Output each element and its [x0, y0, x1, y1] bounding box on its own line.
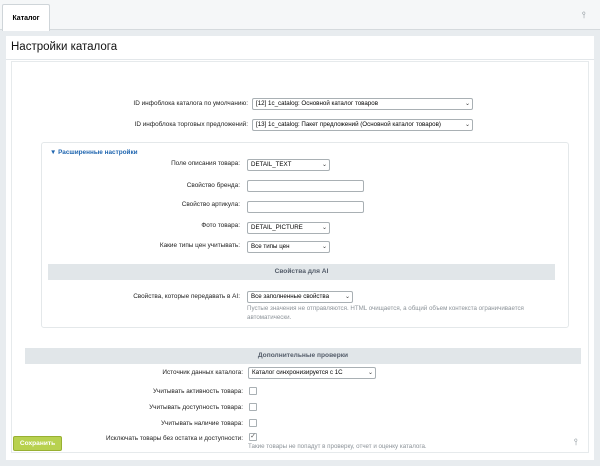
pin-icon[interactable]: ⫯	[582, 10, 586, 21]
iblock-select-value: [12] 1c_catalog: Основной каталог товаро…	[256, 100, 378, 107]
availability-checkbox[interactable]	[249, 403, 257, 411]
iblock-label: ID инфоблока каталога по умолчанию:	[133, 100, 248, 107]
brand-label: Свойство бренда:	[186, 182, 240, 189]
tab-bar: Каталог ⫯	[0, 0, 600, 31]
checks-section-header: Дополнительные проверки	[25, 348, 581, 364]
iblock-select[interactable]: [12] 1c_catalog: Основной каталог товаро…	[252, 98, 473, 110]
page-title: Настройки каталога	[11, 41, 118, 53]
chevron-down-icon: ⌄	[321, 244, 327, 250]
chevron-down-icon: ⌄	[344, 294, 350, 300]
photo-label: Фото товара:	[201, 222, 240, 229]
divider	[6, 59, 594, 60]
ai-props-select-value: Все заполненные свойства	[251, 293, 330, 300]
advanced-settings-toggle[interactable]: ▼ Расширенные настройки	[50, 149, 138, 156]
exclude-checkbox[interactable]: ✓	[249, 433, 257, 441]
offers-select[interactable]: [13] 1c_catalog: Пакет предложений (Осно…	[252, 119, 473, 131]
chevron-down-icon: ⌄	[464, 101, 470, 107]
tab-catalog[interactable]: Каталог	[2, 4, 50, 31]
source-label: Источник данных каталога:	[162, 369, 243, 376]
price-types-select[interactable]: Все типы цен ⌄	[247, 241, 330, 253]
activity-label: Учитывать активность товара:	[152, 388, 243, 395]
triangle-down-icon: ▼	[50, 149, 57, 156]
availability-label: Учитывать доступность товара:	[149, 404, 243, 411]
chevron-down-icon: ⌄	[464, 122, 470, 128]
presence-checkbox[interactable]	[249, 419, 257, 427]
description-label: Поле описания товара:	[171, 160, 240, 167]
settings-form: ID инфоблока каталога по умолчанию: [12]…	[11, 61, 589, 453]
ai-props-hint: Пустые значения не отправляются. HTML оч…	[247, 305, 524, 321]
description-select-value: DETAIL_TEXT	[251, 161, 292, 168]
chevron-down-icon: ⌄	[321, 225, 327, 231]
advanced-settings-panel: ▼ Расширенные настройки Поле описания то…	[41, 142, 569, 328]
activity-checkbox[interactable]	[249, 387, 257, 395]
ai-section-header: Свойства для AI	[48, 264, 555, 280]
price-types-label: Какие типы цен учитывать:	[159, 242, 240, 249]
chevron-down-icon: ⌄	[321, 162, 327, 168]
description-select[interactable]: DETAIL_TEXT ⌄	[247, 159, 330, 171]
brand-input[interactable]	[247, 180, 364, 192]
exclude-label: Исключать товары без остатка и доступнос…	[106, 435, 243, 442]
pin-icon[interactable]: ⫯	[574, 437, 578, 448]
ai-props-label: Свойства, которые передавать в AI:	[133, 293, 240, 300]
offers-label: ID инфоблока торговых предложений:	[134, 121, 248, 128]
exclude-hint: Такие товары не попадут в проверку, отче…	[248, 443, 427, 450]
price-types-select-value: Все типы цен	[251, 243, 290, 250]
source-select-value: Каталог синхронизируется с 1С	[252, 369, 343, 376]
save-button[interactable]: Сохранить	[13, 436, 62, 451]
checkmark-icon: ✓	[250, 433, 256, 440]
offers-select-value: [13] 1c_catalog: Пакет предложений (Осно…	[256, 121, 441, 128]
chevron-down-icon: ⌄	[367, 370, 373, 376]
photo-select-value: DETAIL_PICTURE	[251, 224, 303, 231]
settings-card: Настройки каталога ID инфоблока каталога…	[6, 36, 594, 460]
article-label: Свойство артикула:	[181, 201, 240, 208]
advanced-settings-title: Расширенные настройки	[58, 149, 138, 156]
photo-select[interactable]: DETAIL_PICTURE ⌄	[247, 222, 330, 234]
article-input[interactable]	[247, 201, 364, 213]
presence-label: Учитывать наличие товара:	[160, 420, 243, 427]
ai-props-select[interactable]: Все заполненные свойства ⌄	[247, 291, 353, 303]
source-select[interactable]: Каталог синхронизируется с 1С ⌄	[248, 367, 376, 379]
